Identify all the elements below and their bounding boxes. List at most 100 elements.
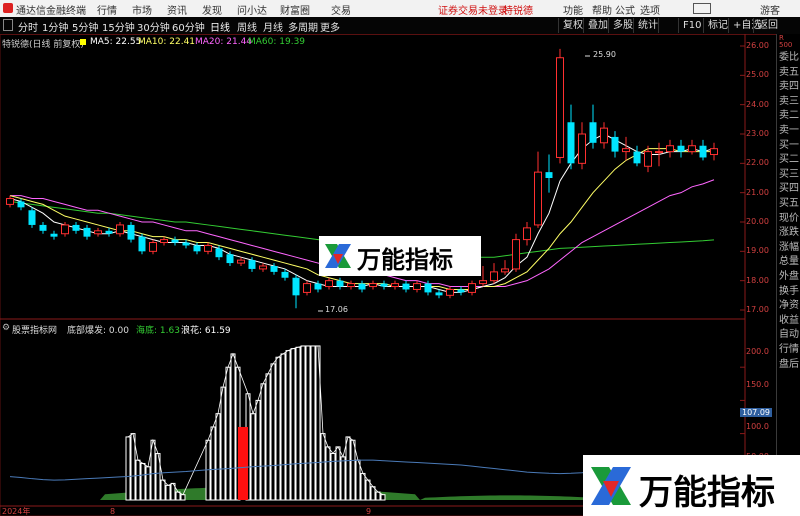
menu-function[interactable]: 功能 xyxy=(563,2,583,17)
side-panel-item[interactable]: 行情 xyxy=(779,340,799,355)
candle-body xyxy=(534,171,542,226)
menu-news[interactable]: 资讯 xyxy=(167,2,187,17)
side-panel-item: 买一 xyxy=(779,139,799,151)
indicator-gear-icon[interactable]: ⚙ xyxy=(2,323,10,333)
period-30min[interactable]: 30分钟 xyxy=(137,19,170,34)
candle-body xyxy=(237,259,245,264)
menu-wealth-circle[interactable]: 财富圈 xyxy=(280,2,310,17)
flower-bar xyxy=(355,459,361,501)
title-bar: 通达信金融终端 行情 市场 资讯 发现 问小达 财富圈 交易 证券交易未登录 特… xyxy=(0,0,800,18)
candle-body xyxy=(171,239,179,243)
candle-body xyxy=(116,224,124,235)
period-more[interactable]: 更多 xyxy=(320,19,340,34)
candle-body xyxy=(424,283,432,293)
menu-ask[interactable]: 问小达 xyxy=(237,2,267,17)
candle-body xyxy=(182,242,190,246)
flower-bar xyxy=(305,345,311,501)
period-1min[interactable]: 1分钟 xyxy=(42,19,68,34)
menu-help[interactable]: 帮助 xyxy=(592,2,612,17)
candle-body xyxy=(248,260,256,269)
flower-bar xyxy=(250,413,256,501)
period-daily[interactable]: 日线 xyxy=(210,19,230,34)
side-panel-item: 委比 xyxy=(779,52,799,63)
flower-bar xyxy=(330,453,336,501)
flower-bar xyxy=(380,494,386,501)
side-panel-item: 卖五 xyxy=(779,66,799,78)
period-15min[interactable]: 15分钟 xyxy=(102,19,135,34)
flower-bar xyxy=(140,462,146,501)
period-5min[interactable]: 5分钟 xyxy=(72,19,98,34)
candle-body xyxy=(545,172,553,178)
candle-body xyxy=(72,224,80,231)
flower-bar xyxy=(215,413,221,501)
candle-body xyxy=(490,271,498,282)
menu-quotes[interactable]: 行情 xyxy=(97,2,117,17)
side-panel-item: 卖二 xyxy=(779,110,799,122)
flower-bar xyxy=(220,386,226,501)
watermark-text: 万能指标 xyxy=(357,246,453,274)
flower-bar xyxy=(300,345,306,501)
side-panel-item: 换手 xyxy=(779,285,799,297)
period-weekly[interactable]: 周线 xyxy=(237,19,257,34)
flower-bar xyxy=(320,433,326,501)
app-logo-icon xyxy=(3,3,13,13)
side-panel-item: 卖四 xyxy=(779,81,799,93)
flower-bar xyxy=(325,446,331,501)
flower-bar xyxy=(265,373,271,501)
flower-bar xyxy=(130,433,136,501)
date-sep-label: 9 xyxy=(366,507,371,516)
side-panel-item: 卖三 xyxy=(779,95,799,107)
candle-body xyxy=(710,148,718,156)
trade-login-status[interactable]: 证券交易未登录 xyxy=(438,2,508,17)
menu-discover[interactable]: 发现 xyxy=(202,2,222,17)
candle-body xyxy=(259,265,267,270)
candle-body xyxy=(226,254,234,264)
indicator-current-value: 107.09 xyxy=(740,408,772,417)
period-60min[interactable]: 60分钟 xyxy=(172,19,205,34)
candle-body xyxy=(589,122,597,143)
menu-options[interactable]: 选项 xyxy=(640,2,660,17)
menu-trade[interactable]: 交易 xyxy=(331,2,351,17)
candle-body xyxy=(699,145,707,158)
candle-body xyxy=(28,210,36,225)
window-restore-icon[interactable] xyxy=(693,3,711,14)
candle-body xyxy=(391,283,399,288)
panel-toggle-icon[interactable] xyxy=(3,19,13,31)
period-intraday[interactable]: 分时 xyxy=(18,19,38,34)
back-button[interactable]: 返回 xyxy=(753,18,782,33)
date-aug-label: 8 xyxy=(110,507,115,516)
side-panel-item: 涨幅 xyxy=(779,241,799,253)
indicator-source-label: 股票指标网 xyxy=(12,326,58,336)
user-guest[interactable]: 游客 xyxy=(760,2,780,17)
flower-bar xyxy=(210,426,216,501)
menu-market[interactable]: 市场 xyxy=(132,2,152,17)
candle-body xyxy=(413,283,421,290)
bottom-burst-value: 底部爆发: 0.00 xyxy=(67,326,129,336)
side-panel-item: 收益 xyxy=(779,314,799,326)
f10-button[interactable]: F10 xyxy=(678,18,705,33)
period-multi[interactable]: 多周期 xyxy=(288,19,318,34)
side-panel-item: 现价 xyxy=(779,212,799,224)
candle-body xyxy=(83,227,91,237)
menu-formula[interactable]: 公式 xyxy=(615,2,635,17)
price-axis-label: 22.00 xyxy=(746,158,769,168)
candle-body xyxy=(270,266,278,272)
candle-body xyxy=(523,227,531,241)
quote-side-panel: R 500 委比 卖五 卖四 卖三 卖二 卖一 买一 买二 买三 买四 买五 现价 涨跌 涨幅 总量 外盘 换手 净资… xyxy=(776,34,800,516)
price-axis-label: 26.00 xyxy=(746,41,769,50)
period-monthly[interactable]: 月线 xyxy=(263,19,283,34)
candle-body xyxy=(479,280,487,285)
candle-body xyxy=(138,236,146,252)
side-panel-item: 买二 xyxy=(779,154,799,166)
side-panel-item[interactable]: 盘后 xyxy=(779,355,799,370)
flower-bar xyxy=(270,363,276,501)
flower-bar xyxy=(160,479,166,501)
side-panel-item[interactable]: 自动 xyxy=(779,325,799,340)
candle-body xyxy=(611,136,619,152)
price-axis-label: 24.00 xyxy=(746,99,769,109)
split-view-icon[interactable] xyxy=(658,18,677,33)
price-axis-label: 23.00 xyxy=(746,129,769,138)
candle-body xyxy=(512,239,520,270)
candle-body xyxy=(556,57,564,158)
price-axis-label: 18.00 xyxy=(746,275,769,285)
